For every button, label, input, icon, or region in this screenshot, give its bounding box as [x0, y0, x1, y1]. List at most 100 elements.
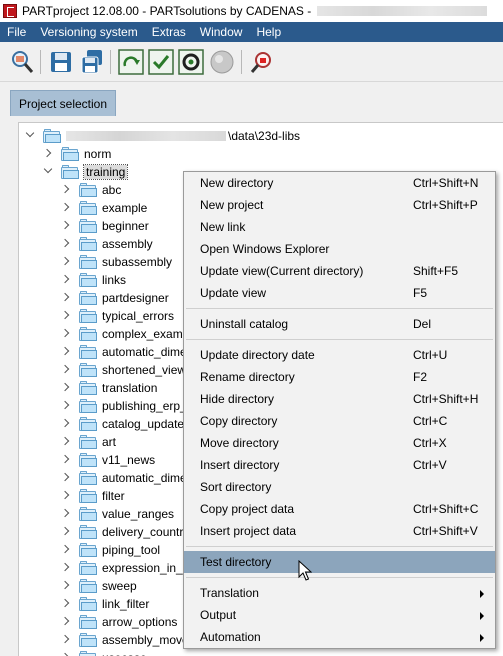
expand-arrow-icon[interactable]	[61, 311, 71, 321]
expand-arrow-icon[interactable]	[61, 545, 71, 555]
expand-arrow-icon[interactable]	[61, 527, 71, 537]
expand-arrow-icon[interactable]	[61, 221, 71, 231]
tree-row-child[interactable]: beginner	[61, 217, 149, 235]
save-all-icon[interactable]	[78, 48, 106, 76]
menu-item-new-directory[interactable]: New directory Ctrl+Shift+N	[184, 172, 495, 194]
menu-item-insert-directory[interactable]: Insert directory Ctrl+V	[184, 454, 495, 476]
expand-arrow-icon[interactable]	[61, 203, 71, 213]
menu-item-sort-directory[interactable]: Sort directory	[184, 476, 495, 498]
menu-versioning-system[interactable]: Versioning system	[33, 22, 144, 42]
menu-item-new-link[interactable]: New link	[184, 216, 495, 238]
menu-item-copy-directory[interactable]: Copy directory Ctrl+C	[184, 410, 495, 432]
tree-row-child[interactable]: partdesigner	[61, 289, 169, 307]
expand-arrow-icon[interactable]	[61, 455, 71, 465]
folder-icon	[79, 507, 97, 521]
menu-item-test-directory[interactable]: Test directory	[184, 551, 495, 573]
menu-help[interactable]: Help	[249, 22, 288, 42]
menu-item-rename-directory[interactable]: Rename directory F2	[184, 366, 495, 388]
tree-row-child[interactable]: link_filter	[61, 595, 149, 613]
tree-row-child[interactable]: v11_news	[61, 451, 155, 469]
globe-icon[interactable]	[208, 48, 236, 76]
expand-arrow-icon[interactable]	[61, 275, 71, 285]
menu-item-shortcut: Ctrl+Shift+N	[413, 176, 479, 190]
tree-row-child[interactable]: automatic_dime	[61, 343, 187, 361]
menu-item-uninstall-catalog[interactable]: Uninstall catalog Del	[184, 313, 495, 335]
menu-item-translation[interactable]: Translation	[184, 582, 495, 604]
expand-arrow-icon[interactable]	[61, 491, 71, 501]
tree-row-child[interactable]: catalog_update_	[61, 415, 191, 433]
expand-arrow-icon[interactable]	[61, 419, 71, 429]
expand-arrow-icon[interactable]	[61, 563, 71, 573]
tree-item-label: v11_news	[102, 453, 156, 467]
menu-item-automation[interactable]: Automation	[184, 626, 495, 648]
tree-row-child[interactable]: art	[61, 433, 116, 451]
stop-search-icon[interactable]	[248, 48, 276, 76]
tree-row-child[interactable]: delivery_countr	[61, 523, 183, 541]
menu-item-new-project[interactable]: New project Ctrl+Shift+P	[184, 194, 495, 216]
tree-row-child[interactable]: shortened_view	[61, 361, 186, 379]
tree-row-child[interactable]: usecase	[61, 649, 147, 656]
expand-arrow-icon[interactable]	[61, 401, 71, 411]
expand-arrow-icon[interactable]	[61, 293, 71, 303]
expand-arrow-icon[interactable]	[61, 437, 71, 447]
expand-arrow-icon[interactable]	[61, 509, 71, 519]
collapse-arrow-icon[interactable]	[25, 131, 35, 141]
folder-icon	[79, 489, 97, 503]
expand-arrow-icon[interactable]	[61, 347, 71, 357]
save-icon[interactable]	[47, 48, 75, 76]
menu-file[interactable]: File	[0, 22, 33, 42]
expand-arrow-icon[interactable]	[61, 257, 71, 267]
expand-arrow-icon[interactable]	[43, 149, 53, 159]
tree-row-child[interactable]: assembly	[61, 235, 153, 253]
tree-row-root[interactable]: \data\23d-libs	[25, 127, 300, 145]
menu-item-output[interactable]: Output	[184, 604, 495, 626]
menu-item-open-windows-explorer[interactable]: Open Windows Explorer	[184, 238, 495, 260]
expand-arrow-icon[interactable]	[61, 617, 71, 627]
menu-item-shortcut: Ctrl+Shift+V	[413, 524, 478, 538]
tree-row-child[interactable]: subassembly	[61, 253, 172, 271]
collapse-arrow-icon[interactable]	[43, 167, 53, 177]
menu-item-label: Sort directory	[200, 480, 272, 494]
menu-item-move-directory[interactable]: Move directory Ctrl+X	[184, 432, 495, 454]
tree-row-child[interactable]: typical_errors	[61, 307, 174, 325]
expand-arrow-icon[interactable]	[61, 635, 71, 645]
menu-window[interactable]: Window	[193, 22, 250, 42]
tree-row-child[interactable]: filter	[61, 487, 125, 505]
tree-row-child[interactable]: expression_in_s	[61, 559, 189, 577]
tree-row-child[interactable]: example	[61, 199, 147, 217]
expand-arrow-icon[interactable]	[61, 599, 71, 609]
tree-row-child[interactable]: automatic_dime	[61, 469, 187, 487]
tree-row-training[interactable]: training	[43, 163, 129, 181]
menu-item-hide-directory[interactable]: Hide directory Ctrl+Shift+H	[184, 388, 495, 410]
tree-row-child[interactable]: assembly_move	[61, 631, 189, 649]
menu-extras[interactable]: Extras	[145, 22, 193, 42]
tree-row-child[interactable]: arrow_options	[61, 613, 177, 631]
expand-arrow-icon[interactable]	[61, 329, 71, 339]
tree-row-child[interactable]: publishing_erp_	[61, 397, 187, 415]
expand-arrow-icon[interactable]	[61, 473, 71, 483]
tree-row-child[interactable]: piping_tool	[61, 541, 160, 559]
menu-item-update-view[interactable]: Update view F5	[184, 282, 495, 304]
expand-arrow-icon[interactable]	[61, 365, 71, 375]
menu-item-update-view-current[interactable]: Update view(Current directory) Shift+F5	[184, 260, 495, 282]
expand-arrow-icon[interactable]	[61, 581, 71, 591]
check-icon[interactable]	[147, 48, 175, 76]
expand-arrow-icon[interactable]	[61, 185, 71, 195]
tree-row-child[interactable]: translation	[61, 379, 157, 397]
menu-item-update-directory-date[interactable]: Update directory date Ctrl+U	[184, 344, 495, 366]
settings-icon[interactable]	[177, 48, 205, 76]
context-menu: New directory Ctrl+Shift+N New project C…	[183, 171, 496, 649]
tree-row-child[interactable]: abc	[61, 181, 121, 199]
expand-arrow-icon[interactable]	[61, 383, 71, 393]
refresh-icon[interactable]	[117, 48, 145, 76]
tree-row-norm[interactable]: norm	[43, 145, 111, 163]
tree-row-child[interactable]: links	[61, 271, 126, 289]
tree-row-child[interactable]: complex_examp	[61, 325, 189, 343]
tab-project-selection[interactable]: Project selection	[10, 90, 116, 116]
tree-row-child[interactable]: sweep	[61, 577, 137, 595]
menu-item-insert-project-data[interactable]: Insert project data Ctrl+Shift+V	[184, 520, 495, 542]
tree-row-child[interactable]: value_ranges	[61, 505, 174, 523]
menu-item-copy-project-data[interactable]: Copy project data Ctrl+Shift+C	[184, 498, 495, 520]
expand-arrow-icon[interactable]	[61, 239, 71, 249]
search-icon[interactable]	[8, 48, 36, 76]
